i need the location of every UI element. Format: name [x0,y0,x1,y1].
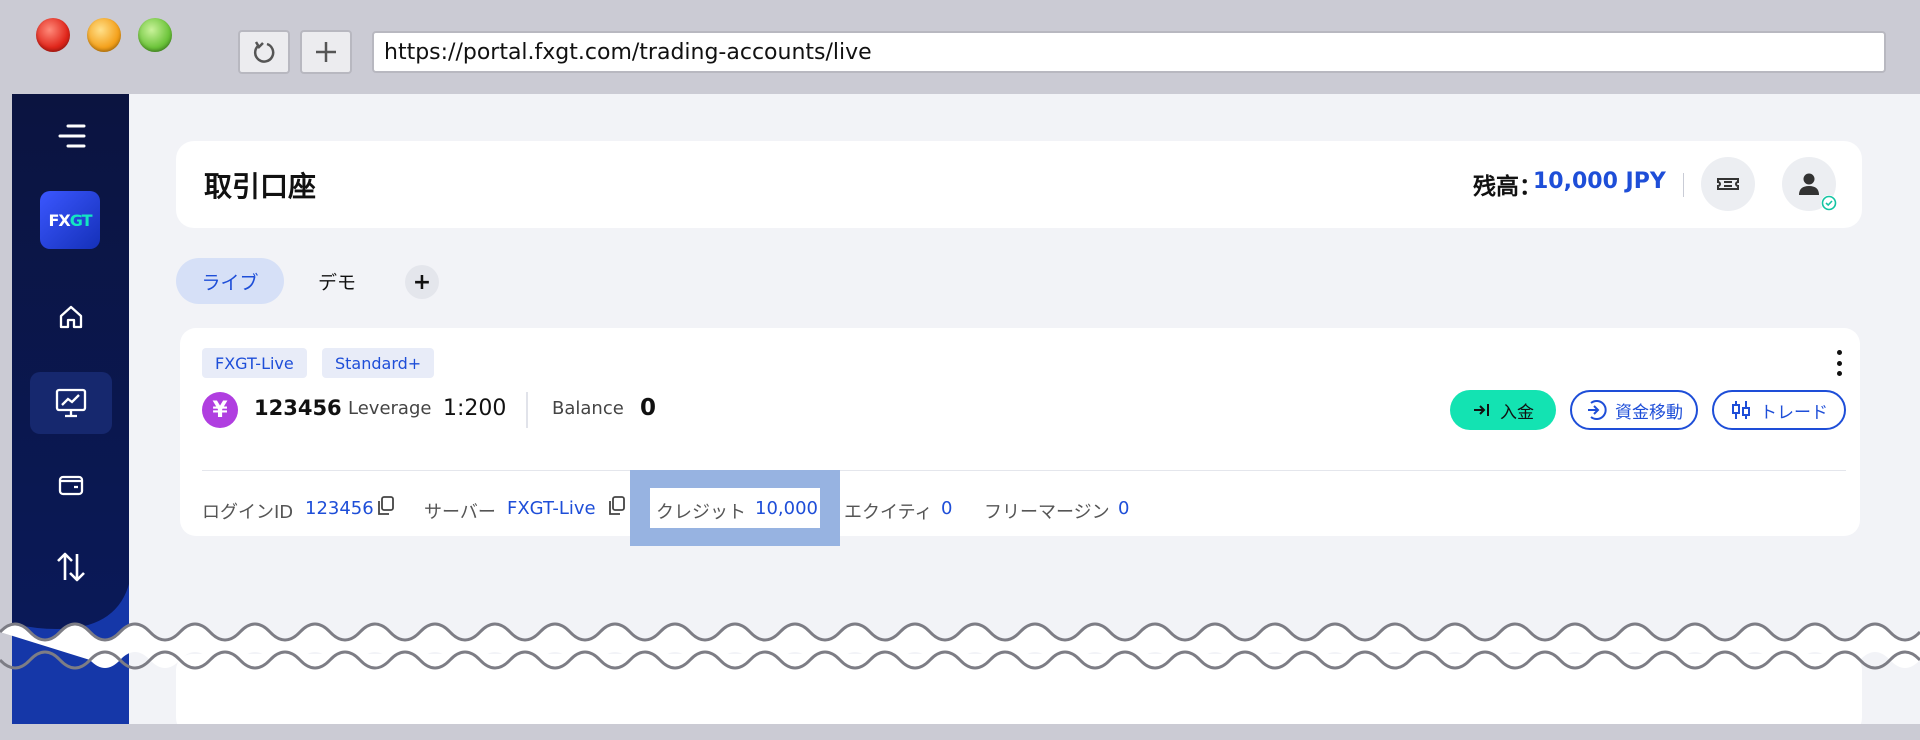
leverage-label: Leverage [348,398,432,419]
user-icon [1799,173,1819,195]
deposit-arrow-icon [1474,404,1489,416]
sidebar-item-wallet[interactable] [30,454,112,516]
account-type-tag: Standard+ [322,348,435,378]
torn-edge-decor [0,622,1920,670]
page-title: 取引口座 [204,170,317,203]
close-window-button[interactable] [36,18,70,52]
verified-badge [1821,195,1837,211]
server-tag: FXGT-Live [202,348,307,378]
server-label: サーバー [424,502,496,523]
tab-live[interactable]: ライブ [176,258,284,304]
chart-monitor-icon [55,388,87,418]
account-balance-label: Balance [552,398,624,419]
reload-button[interactable] [238,30,290,74]
arrow-circle-icon [1588,400,1607,420]
credit-value: 10,000 [755,498,818,519]
copy-server-icon[interactable] [608,496,626,516]
logo-fx-text: FX [48,210,70,230]
ticket-button[interactable] [1701,157,1755,211]
url-bar[interactable]: https://portal.fxgt.com/trading-accounts… [372,31,1886,73]
browser-chrome: https://portal.fxgt.com/trading-accounts… [0,0,1920,94]
transfer-arrows-icon [57,552,85,582]
sidebar-item-home[interactable] [30,286,112,348]
sidebar-item-trading-accounts[interactable] [30,372,112,434]
ticket-icon [1717,178,1739,190]
transfer-label: 資金移動 [1615,402,1683,423]
equity-value: 0 [941,498,953,519]
copy-login-icon[interactable] [377,496,395,516]
login-id-label: ログインID [202,502,294,523]
minimize-window-button[interactable] [87,18,121,52]
account-number: 123456 [254,396,342,420]
credit-label: クレジット [656,502,746,523]
menu-icon[interactable] [56,120,88,152]
plus-icon [316,42,336,62]
leverage-value: 1:200 [443,396,507,421]
deposit-label: 入金 [1500,402,1534,423]
stats-divider [526,392,528,428]
login-id-value: 123456 [305,498,374,519]
add-account-button[interactable]: + [405,265,439,299]
logo-gt-text: GT [69,210,93,230]
deposit-button[interactable]: 入金 [1450,390,1556,430]
account-balance-value: 0 [640,395,657,421]
page-header: 取引口座 残高： 10,000 JPY [176,141,1862,228]
balance-value: 10,000 JPY [1533,169,1666,194]
card-divider [202,470,1846,471]
transfer-funds-button[interactable]: 資金移動 [1570,390,1698,430]
maximize-window-button[interactable] [138,18,172,52]
url-text: https://portal.fxgt.com/trading-accounts… [384,39,872,65]
server-value: FXGT-Live [507,498,596,519]
equity-label: エクイティ [844,502,933,523]
currency-icon: ¥ [202,392,238,428]
candlestick-icon [1732,401,1750,419]
trade-button[interactable]: トレード [1712,390,1846,430]
balance-label: 残高： [1473,174,1542,200]
new-tab-button[interactable] [300,30,352,74]
home-icon [59,305,83,329]
reload-icon [253,41,275,63]
free-margin-label: フリーマージン [984,502,1110,523]
more-options-icon[interactable] [1835,350,1843,376]
window-bottom-edge [0,724,1920,740]
wallet-icon [58,475,84,496]
free-margin-value: 0 [1118,498,1130,519]
check-circle-icon [1821,195,1837,211]
trade-label: トレード [1760,402,1828,423]
tab-demo[interactable]: デモ [292,258,382,304]
header-divider [1683,173,1684,197]
fxgt-logo[interactable]: FX GT [40,191,100,249]
